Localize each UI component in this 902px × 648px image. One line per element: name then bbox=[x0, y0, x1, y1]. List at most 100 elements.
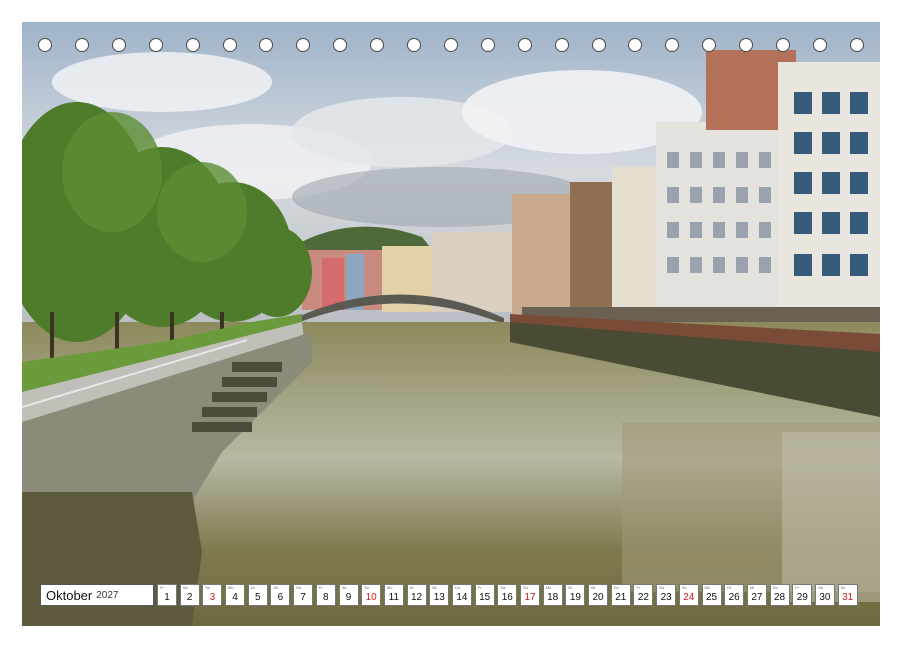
day-cell: So 3 bbox=[202, 584, 223, 606]
day-number: 6 bbox=[277, 592, 284, 603]
day-cell: Fr 22 bbox=[633, 584, 654, 606]
binding-hole bbox=[628, 38, 643, 52]
day-number: 20 bbox=[592, 592, 604, 603]
day-number: 21 bbox=[615, 592, 627, 603]
day-number: 17 bbox=[524, 592, 536, 603]
weekday-label: Di bbox=[568, 585, 573, 590]
weekday-label: So bbox=[681, 585, 687, 590]
day-cell: So 10 bbox=[361, 584, 382, 606]
weekday-label: Do bbox=[772, 585, 778, 590]
day-cells: Fr 1 Sa 2 So 3 Mo 4 Di 5 Mi 6 Do 7 Fr 8 Sa 9 So 10 Mo 11 Di 12 M… bbox=[157, 584, 860, 606]
binding-hole bbox=[296, 38, 311, 52]
day-cell: Sa 30 bbox=[814, 584, 835, 606]
binding-hole bbox=[591, 38, 606, 52]
binding-hole bbox=[739, 38, 754, 52]
day-number: 12 bbox=[411, 592, 423, 603]
day-cell: Fr 29 bbox=[792, 584, 813, 606]
weekday-label: Mi bbox=[432, 585, 437, 590]
weekday-label: So bbox=[523, 585, 528, 590]
weekday-label: So bbox=[205, 585, 211, 590]
day-cell: Fr 1 bbox=[157, 584, 177, 606]
binding-hole bbox=[74, 38, 89, 52]
day-cell: Do 14 bbox=[451, 584, 472, 606]
day-number: 10 bbox=[365, 592, 377, 603]
day-cell: Sa 2 bbox=[179, 584, 200, 606]
day-number: 5 bbox=[254, 592, 261, 603]
day-cell: Mo 25 bbox=[701, 584, 722, 606]
weekday-label: Sa bbox=[659, 585, 665, 590]
weekday-label: So bbox=[364, 585, 370, 590]
binding-hole bbox=[849, 38, 864, 52]
day-number: 14 bbox=[456, 592, 468, 603]
day-number: 19 bbox=[569, 592, 581, 603]
day-number: 26 bbox=[728, 592, 740, 603]
binding-hole bbox=[480, 38, 495, 52]
day-cell: Do 28 bbox=[769, 584, 790, 606]
day-cell: So 24 bbox=[678, 584, 699, 606]
day-number: 3 bbox=[209, 592, 216, 603]
weekday-label: Mo bbox=[386, 585, 393, 590]
day-number: 8 bbox=[323, 592, 329, 603]
day-cell: Sa 16 bbox=[497, 584, 518, 606]
binding-hole bbox=[370, 38, 385, 52]
binding-hole bbox=[111, 38, 126, 52]
day-cell: Mi 27 bbox=[746, 584, 767, 606]
day-cell: Mi 13 bbox=[429, 584, 450, 606]
weekday-label: So bbox=[840, 585, 846, 590]
weekday-label: Sa bbox=[500, 585, 506, 590]
day-number: 31 bbox=[842, 592, 854, 603]
binding-hole bbox=[554, 38, 569, 52]
binding-hole bbox=[812, 38, 827, 52]
day-cell: So 17 bbox=[520, 584, 540, 606]
day-cell: Sa 23 bbox=[656, 584, 677, 606]
day-number: 28 bbox=[774, 592, 786, 603]
weekday-label: Sa bbox=[341, 585, 347, 590]
day-number: 25 bbox=[705, 592, 718, 603]
day-cell: Do 7 bbox=[293, 584, 314, 606]
weekday-label: Sa bbox=[182, 585, 188, 590]
day-cell: Di 5 bbox=[247, 584, 268, 606]
weekday-label: Di bbox=[727, 585, 731, 590]
day-number: 7 bbox=[300, 592, 306, 603]
weekday-label: Di bbox=[250, 585, 255, 590]
binding-hole bbox=[333, 38, 348, 52]
day-cell: Mi 6 bbox=[270, 584, 291, 606]
river-city-scene-icon bbox=[22, 22, 880, 626]
day-cell: Di 19 bbox=[565, 584, 586, 606]
day-number: 11 bbox=[388, 592, 400, 603]
binding-hole bbox=[148, 38, 163, 52]
binding-hole bbox=[259, 38, 274, 52]
calendar-photo bbox=[22, 22, 880, 626]
binding-hole bbox=[407, 38, 421, 52]
day-cell: Fr 15 bbox=[474, 584, 495, 606]
day-number: 22 bbox=[637, 592, 649, 603]
binding-hole bbox=[776, 38, 790, 52]
binding-hole bbox=[702, 38, 717, 52]
day-number: 1 bbox=[164, 592, 170, 603]
month-name: Oktober bbox=[46, 587, 93, 603]
day-cell: Di 26 bbox=[724, 584, 745, 606]
weekday-label: Fr bbox=[795, 585, 800, 590]
weekday-label: Di bbox=[409, 585, 414, 590]
weekday-label: Fr bbox=[636, 585, 641, 590]
day-number: 27 bbox=[751, 592, 763, 603]
month-label-box: Oktober 2027 bbox=[40, 584, 154, 606]
binding-hole bbox=[517, 38, 532, 52]
day-number: 29 bbox=[796, 592, 808, 603]
weekday-label: Fr bbox=[318, 585, 323, 590]
day-number: 15 bbox=[479, 592, 491, 603]
day-cell: Mo 4 bbox=[225, 584, 246, 606]
weekday-label: Mo bbox=[545, 585, 552, 590]
day-cell: Fr 8 bbox=[315, 584, 336, 606]
weekday-label: Mo bbox=[704, 585, 711, 590]
weekday-label: Fr bbox=[160, 585, 164, 590]
weekday-label: Sa bbox=[817, 585, 823, 590]
binding-holes bbox=[0, 38, 902, 58]
weekday-label: Fr bbox=[477, 585, 482, 590]
day-number: 2 bbox=[186, 592, 193, 603]
day-cell: Mo 18 bbox=[542, 584, 563, 606]
day-cell: Mi 20 bbox=[588, 584, 609, 606]
day-number: 16 bbox=[501, 592, 513, 603]
binding-hole bbox=[185, 38, 200, 52]
day-number: 13 bbox=[433, 592, 445, 603]
